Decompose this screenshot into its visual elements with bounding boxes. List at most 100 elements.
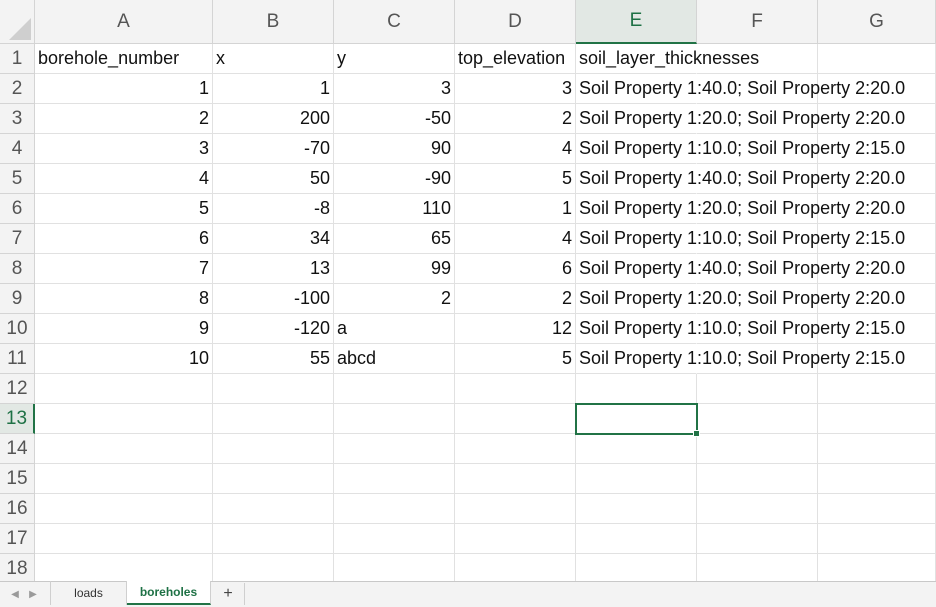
cell-b10[interactable]: -120 — [213, 314, 334, 344]
row-header-12[interactable]: 12 — [0, 374, 35, 404]
cell-f12[interactable] — [697, 374, 818, 404]
cell-d17[interactable] — [455, 524, 576, 554]
cell-d2[interactable]: 3 — [455, 74, 576, 104]
cell-a17[interactable] — [35, 524, 213, 554]
cell-d4[interactable]: 4 — [455, 134, 576, 164]
cell-e4[interactable]: Soil Property 1:10.0; Soil Property 2:15… — [576, 134, 905, 164]
row-header-9[interactable]: 9 — [0, 284, 35, 314]
cell-b4[interactable]: -70 — [213, 134, 334, 164]
cell-f15[interactable] — [697, 464, 818, 494]
row-header-11[interactable]: 11 — [0, 344, 35, 374]
sheet-tab-boreholes[interactable]: boreholes — [127, 581, 211, 605]
cell-a14[interactable] — [35, 434, 213, 464]
cell-f18[interactable] — [697, 554, 818, 581]
cell-a4[interactable]: 3 — [35, 134, 213, 164]
cell-c15[interactable] — [334, 464, 455, 494]
cell-c18[interactable] — [334, 554, 455, 581]
row-header-15[interactable]: 15 — [0, 464, 35, 494]
cell-g17[interactable] — [818, 524, 936, 554]
cell-c14[interactable] — [334, 434, 455, 464]
cell-b3[interactable]: 200 — [213, 104, 334, 134]
prev-sheet-icon[interactable]: ◀ — [8, 587, 22, 601]
spreadsheet-grid[interactable]: ABCDEFG 1 2 3 4 5 6 7 8 9 10 11 12 13 14 15 16 17 18 bore… — [0, 0, 936, 581]
cell-e13[interactable] — [576, 404, 697, 434]
cell-g18[interactable] — [818, 554, 936, 581]
cell-d13[interactable] — [455, 404, 576, 434]
column-header-c[interactable]: C — [334, 0, 455, 44]
cell-e7[interactable]: Soil Property 1:10.0; Soil Property 2:15… — [576, 224, 905, 254]
cell-b15[interactable] — [213, 464, 334, 494]
cell-c1[interactable]: y — [334, 44, 455, 74]
column-header-e[interactable]: E — [576, 0, 697, 44]
cell-e16[interactable] — [576, 494, 697, 524]
cell-b6[interactable]: -8 — [213, 194, 334, 224]
cell-g16[interactable] — [818, 494, 936, 524]
cell-a18[interactable] — [35, 554, 213, 581]
column-header-a[interactable]: A — [35, 0, 213, 44]
cell-b12[interactable] — [213, 374, 334, 404]
cell-e10[interactable]: Soil Property 1:10.0; Soil Property 2:15… — [576, 314, 905, 344]
cell-f13[interactable] — [697, 404, 818, 434]
column-header-g[interactable]: G — [818, 0, 936, 44]
cell-d11[interactable]: 5 — [455, 344, 576, 374]
cell-d6[interactable]: 1 — [455, 194, 576, 224]
cell-a8[interactable]: 7 — [35, 254, 213, 284]
row-header-17[interactable]: 17 — [0, 524, 35, 554]
cell-f16[interactable] — [697, 494, 818, 524]
cell-b8[interactable]: 13 — [213, 254, 334, 284]
cell-e15[interactable] — [576, 464, 697, 494]
select-all-corner[interactable] — [0, 0, 35, 44]
cell-b9[interactable]: -100 — [213, 284, 334, 314]
cell-d14[interactable] — [455, 434, 576, 464]
cell-e6[interactable]: Soil Property 1:20.0; Soil Property 2:20… — [576, 194, 905, 224]
cell-c4[interactable]: 90 — [334, 134, 455, 164]
cell-d3[interactable]: 2 — [455, 104, 576, 134]
row-header-6[interactable]: 6 — [0, 194, 35, 224]
cell-d18[interactable] — [455, 554, 576, 581]
cell-c11[interactable]: abcd — [334, 344, 455, 374]
cell-b18[interactable] — [213, 554, 334, 581]
cell-b1[interactable]: x — [213, 44, 334, 74]
row-header-8[interactable]: 8 — [0, 254, 35, 284]
cell-a5[interactable]: 4 — [35, 164, 213, 194]
row-header-18[interactable]: 18 — [0, 554, 35, 581]
cell-a16[interactable] — [35, 494, 213, 524]
cell-c3[interactable]: -50 — [334, 104, 455, 134]
cell-c8[interactable]: 99 — [334, 254, 455, 284]
cell-b11[interactable]: 55 — [213, 344, 334, 374]
row-header-10[interactable]: 10 — [0, 314, 35, 344]
cell-d15[interactable] — [455, 464, 576, 494]
sheet-tab-loads[interactable]: loads — [50, 581, 127, 605]
cell-d16[interactable] — [455, 494, 576, 524]
row-header-13[interactable]: 13 — [0, 404, 35, 434]
cell-e9[interactable]: Soil Property 1:20.0; Soil Property 2:20… — [576, 284, 905, 314]
cell-e11[interactable]: Soil Property 1:10.0; Soil Property 2:15… — [576, 344, 905, 374]
cell-c13[interactable] — [334, 404, 455, 434]
column-header-d[interactable]: D — [455, 0, 576, 44]
row-header-4[interactable]: 4 — [0, 134, 35, 164]
cell-c5[interactable]: -90 — [334, 164, 455, 194]
cell-a10[interactable]: 9 — [35, 314, 213, 344]
cell-a2[interactable]: 1 — [35, 74, 213, 104]
cell-d12[interactable] — [455, 374, 576, 404]
cell-a11[interactable]: 10 — [35, 344, 213, 374]
cell-a6[interactable]: 5 — [35, 194, 213, 224]
cell-e14[interactable] — [576, 434, 697, 464]
cell-g14[interactable] — [818, 434, 936, 464]
cell-a7[interactable]: 6 — [35, 224, 213, 254]
next-sheet-icon[interactable]: ▶ — [26, 587, 40, 601]
row-header-14[interactable]: 14 — [0, 434, 35, 464]
cell-c7[interactable]: 65 — [334, 224, 455, 254]
cell-a9[interactable]: 8 — [35, 284, 213, 314]
cell-e8[interactable]: Soil Property 1:40.0; Soil Property 2:20… — [576, 254, 905, 284]
cell-c12[interactable] — [334, 374, 455, 404]
cell-e2[interactable]: Soil Property 1:40.0; Soil Property 2:20… — [576, 74, 905, 104]
cell-e3[interactable]: Soil Property 1:20.0; Soil Property 2:20… — [576, 104, 905, 134]
cell-d10[interactable]: 12 — [455, 314, 576, 344]
cell-e17[interactable] — [576, 524, 697, 554]
cell-c16[interactable] — [334, 494, 455, 524]
cell-f17[interactable] — [697, 524, 818, 554]
cell-d1[interactable]: top_elevation — [455, 44, 576, 74]
add-sheet-button[interactable]: + — [212, 583, 245, 605]
cell-c17[interactable] — [334, 524, 455, 554]
